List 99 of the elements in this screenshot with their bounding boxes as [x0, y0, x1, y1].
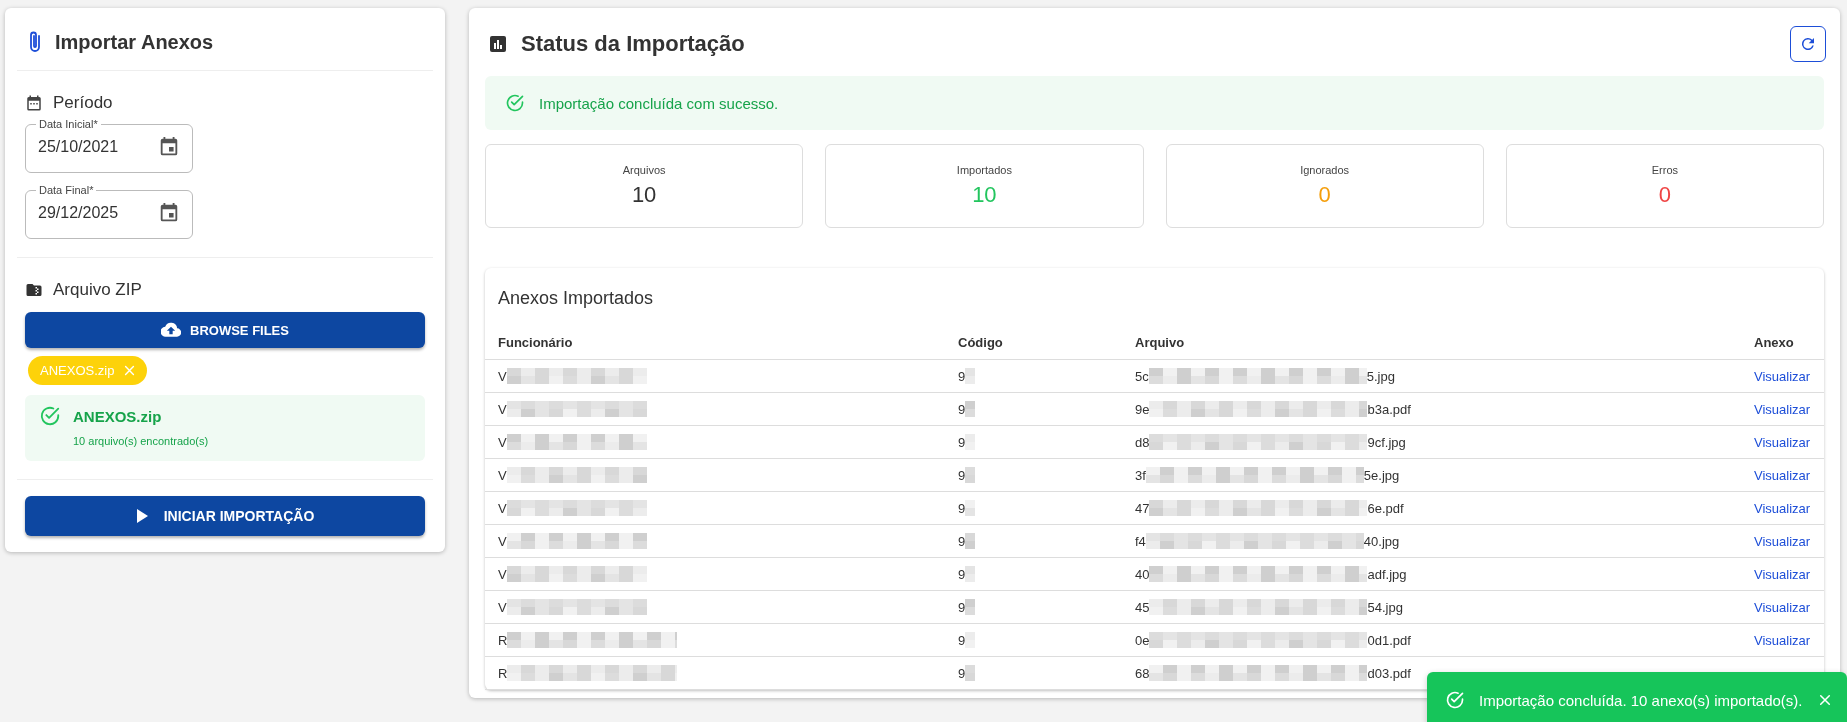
table-cell: 40 — [1135, 566, 1150, 582]
stat-label: Importados — [956, 164, 1012, 176]
table-cell: V — [498, 533, 507, 549]
stat-value: 10 — [631, 182, 657, 208]
folder-icon — [25, 281, 43, 299]
table-cell: V — [498, 599, 507, 615]
table-cell: V — [498, 467, 507, 483]
table-cell: 9 — [958, 533, 966, 549]
table-cell: 5c — [1135, 368, 1149, 384]
alert-message: Importação concluída com sucesso. — [539, 94, 779, 112]
table-cell: 0d1.pdf — [1367, 632, 1411, 648]
table-cell: 9 — [958, 467, 966, 483]
blurred-text — [965, 500, 976, 517]
section-title: Arquivo ZIP — [53, 280, 142, 300]
table-cell: R — [498, 632, 508, 648]
table-cell: 9 — [958, 401, 966, 417]
view-link[interactable]: Visualizar — [1754, 467, 1811, 483]
table-cell: V — [498, 434, 507, 450]
table-cell: V — [498, 368, 507, 384]
view-link[interactable]: Visualizar — [1754, 401, 1811, 417]
column-header: Funcionário — [485, 325, 945, 360]
table-cell: 9 — [958, 368, 966, 384]
calendar-icon[interactable] — [158, 202, 180, 224]
table-cell: 9e — [1135, 401, 1150, 417]
table-cell: 9cf.jpg — [1367, 434, 1406, 450]
blurred-text — [965, 368, 976, 385]
date-field[interactable]: Data Final* 29/12/2025 — [25, 185, 193, 239]
table-cell: 45 — [1135, 599, 1150, 615]
file-count: 10 arquivo(s) encontrado(s) — [73, 435, 210, 447]
browse-files-button[interactable]: BROWSE FILES — [25, 312, 425, 348]
table-cell: 68 — [1135, 665, 1150, 681]
refresh-button[interactable] — [1790, 26, 1826, 62]
stat-value: 0 — [1318, 182, 1331, 208]
table-cell: V — [498, 500, 507, 516]
upload-icon — [161, 322, 181, 338]
view-link[interactable]: Visualizar — [1754, 533, 1811, 549]
table-cell: 40.jpg — [1363, 533, 1400, 549]
check-circle-icon — [39, 405, 61, 427]
blurred-text — [965, 599, 976, 616]
table-cell: 9 — [958, 665, 966, 681]
table-cell: R — [498, 665, 508, 681]
table-cell: V — [498, 566, 507, 582]
table-cell: b3a.pdf — [1367, 401, 1411, 417]
blurred-text — [965, 401, 976, 418]
stat-label: Ignorados — [1300, 164, 1350, 176]
date-input[interactable]: 25/10/2021 — [38, 138, 158, 156]
blurred-text — [965, 467, 976, 484]
view-link[interactable]: Visualizar — [1754, 500, 1811, 516]
view-link[interactable]: Visualizar — [1754, 599, 1811, 615]
panel-title: Importar Anexos — [55, 30, 214, 54]
table-cell: 9 — [958, 500, 966, 516]
field-label: Data Inicial* — [38, 119, 99, 130]
field-label: Data Final* — [38, 185, 95, 196]
start-import-button[interactable]: INICIAR IMPORTAÇÃO — [25, 496, 425, 536]
file-name: ANEXOS.zip — [73, 407, 162, 425]
stat-value: 10 — [972, 182, 997, 208]
date-field[interactable]: Data Inicial* 25/10/2021 — [25, 119, 193, 173]
paperclip-icon — [27, 30, 43, 54]
play-icon — [135, 509, 148, 523]
column-header: Código — [945, 325, 1122, 360]
table-title: Anexos Importados — [497, 287, 655, 310]
calendar-icon[interactable] — [158, 136, 180, 158]
table-cell: 9 — [958, 632, 966, 648]
table-cell: 47 — [1135, 500, 1150, 516]
refresh-icon — [1799, 35, 1817, 53]
column-header: Anexo — [1741, 325, 1824, 360]
table-cell: 9 — [958, 434, 966, 450]
table-cell: 5e.jpg — [1363, 467, 1400, 483]
view-link[interactable]: Visualizar — [1754, 368, 1811, 384]
table-cell: 3f — [1135, 467, 1146, 483]
table-cell: 9 — [958, 566, 966, 582]
toast-message: Importação concluída. 10 anexo(s) importado(s). — [1479, 691, 1804, 709]
panel-title: Status da Importação — [521, 31, 746, 57]
table-cell: adf.jpg — [1367, 566, 1407, 582]
calendar-icon — [25, 94, 43, 112]
table-cell: d8 — [1135, 434, 1150, 450]
table-cell: f4 — [1135, 533, 1146, 549]
table-cell: 6e.pdf — [1367, 500, 1404, 516]
chart-icon — [489, 35, 507, 53]
table-cell: 9 — [958, 599, 966, 615]
table-cell: 5.jpg — [1366, 368, 1395, 384]
view-link[interactable]: Visualizar — [1754, 434, 1811, 450]
check-circle-icon — [505, 93, 525, 113]
view-link[interactable]: Visualizar — [1754, 566, 1811, 582]
blurred-text — [965, 566, 976, 583]
column-header: Arquivo — [1122, 325, 1741, 360]
stat-label: Arquivos — [622, 164, 666, 176]
stat-label: Erros — [1651, 164, 1678, 176]
table-cell: V — [498, 401, 507, 417]
table-cell: 54.jpg — [1367, 599, 1403, 615]
check-circle-icon — [1445, 690, 1465, 710]
view-link[interactable]: Visualizar — [1754, 632, 1811, 648]
table-cell: 0e — [1135, 632, 1150, 648]
blurred-text — [965, 665, 976, 682]
blurred-text — [965, 533, 976, 550]
section-title: Período — [53, 93, 113, 113]
stat-value: 0 — [1658, 182, 1671, 208]
table-cell: d03.pdf — [1367, 665, 1411, 681]
date-input[interactable]: 29/12/2025 — [38, 204, 158, 222]
